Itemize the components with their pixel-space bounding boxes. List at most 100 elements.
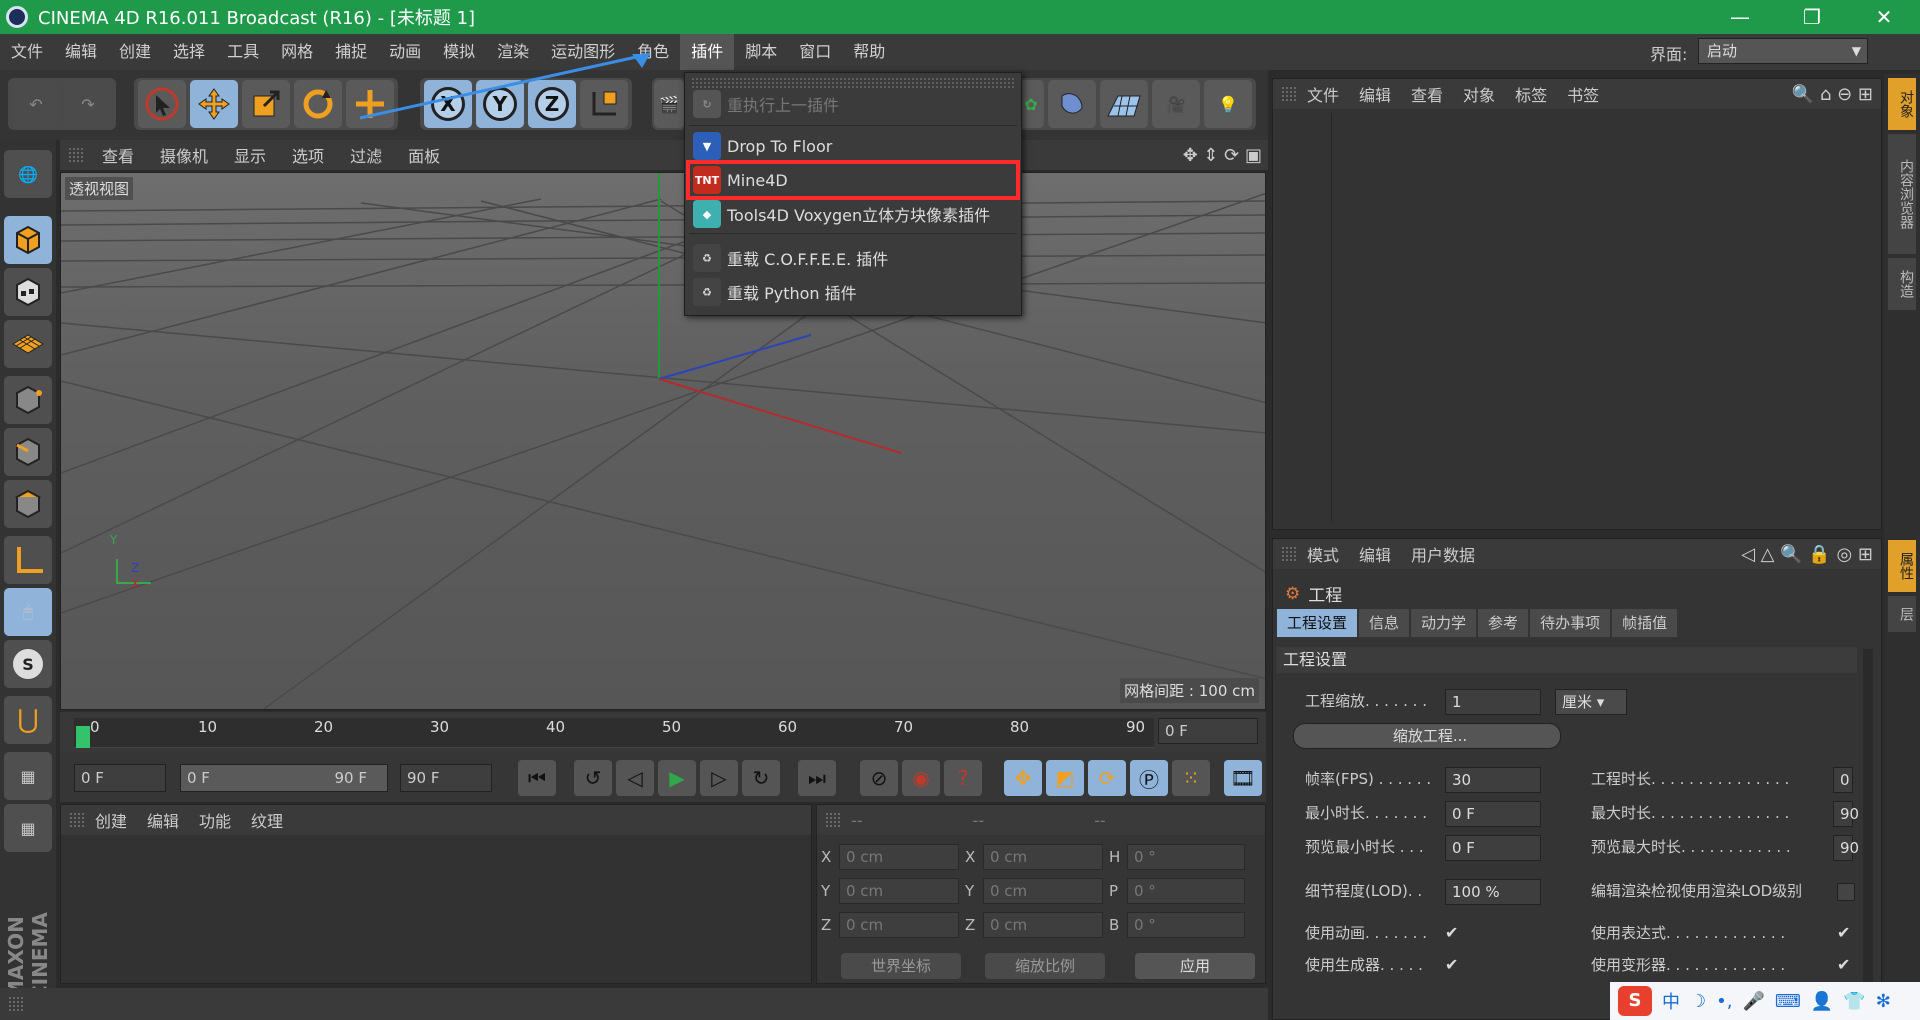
object-list[interactable]	[1331, 113, 1881, 523]
size-x-field[interactable]: 0 cm	[983, 844, 1103, 870]
position-z-field[interactable]: 0 cm	[839, 912, 959, 938]
material-menu-function[interactable]: 功能	[189, 808, 241, 832]
ime-settings-icon[interactable]: ✻	[1876, 991, 1891, 1012]
start-frame-field[interactable]: 0 F	[74, 764, 166, 792]
menu-edit[interactable]: 编辑	[54, 34, 108, 70]
camera-button[interactable]: 🎥	[1152, 80, 1200, 128]
scale-mode-select[interactable]: 缩放比例	[985, 953, 1105, 979]
material-menu-create[interactable]: 创建	[85, 808, 137, 832]
light-button[interactable]: 💡	[1204, 80, 1252, 128]
viewport-menu-filter[interactable]: 过滤	[342, 143, 390, 167]
move-button[interactable]	[190, 80, 238, 128]
object-menu-bookmarks[interactable]: 书签	[1557, 82, 1609, 106]
tab-structure[interactable]: 构造	[1888, 258, 1916, 310]
rotation-p-field[interactable]: 0 °	[1127, 878, 1245, 904]
workplane-mode-button[interactable]	[4, 320, 52, 368]
polygons-mode-button[interactable]	[4, 480, 52, 528]
next-key-button[interactable]: ↻	[742, 760, 780, 796]
go-to-start-button[interactable]: ⏮	[518, 760, 556, 796]
current-frame-field[interactable]: 0 F	[1158, 718, 1258, 744]
key-scale-button[interactable]: ◩	[1046, 760, 1084, 796]
tab-attributes[interactable]: 属性	[1888, 540, 1916, 592]
use-deformers-checkbox[interactable]: ✔	[1837, 955, 1855, 974]
viewport-menu-camera[interactable]: 摄像机	[152, 143, 216, 167]
object-menu-tags[interactable]: 标签	[1505, 82, 1557, 106]
ime-keyboard-icon[interactable]: ⌨	[1775, 991, 1801, 1012]
model-mode-button[interactable]	[4, 216, 52, 264]
ime-skin-icon[interactable]: 👕	[1843, 991, 1865, 1012]
ime-mic-icon[interactable]: 🎤	[1742, 991, 1764, 1012]
scale-project-button[interactable]: 缩放工程...	[1293, 723, 1561, 749]
magnet-button[interactable]: ⋃	[4, 696, 52, 744]
prev-key-button[interactable]: ↺	[574, 760, 612, 796]
prev-frame-button[interactable]: ◁	[616, 760, 654, 796]
tab-project-settings[interactable]: 工程设置	[1277, 609, 1358, 637]
menu-file[interactable]: 文件	[0, 34, 54, 70]
planar-workplane-button[interactable]: ▦	[4, 804, 52, 852]
snap-button[interactable]: S	[4, 640, 52, 688]
deformer-button[interactable]	[1048, 80, 1096, 128]
use-expressions-checkbox[interactable]: ✔	[1837, 923, 1855, 942]
go-to-end-button[interactable]: ⏭	[798, 760, 836, 796]
maximize-button[interactable]: ❐	[1776, 0, 1848, 34]
attr-menu-edit[interactable]: 编辑	[1349, 542, 1401, 566]
viewport-nav-icons[interactable]: ✥ ⇕ ⟳ ▣	[1183, 145, 1262, 166]
autokey-button[interactable]: ◉	[902, 760, 940, 796]
tab-todo[interactable]: 待办事项	[1530, 609, 1611, 637]
attr-toolbar-icons[interactable]: ◁ △ 🔍 🔒 ◎ ⊞	[1741, 544, 1873, 565]
preview-max-field[interactable]: 90	[1833, 835, 1859, 861]
record-active-button[interactable]: ⊘	[860, 760, 898, 796]
use-generators-checkbox[interactable]: ✔	[1445, 955, 1463, 974]
object-toolbar-icons[interactable]: 🔍 ⌂ ⊖ ⊞	[1792, 84, 1873, 105]
tab-dynamics[interactable]: 动力学	[1411, 609, 1477, 637]
keyframe-selection-button[interactable]: ?	[944, 760, 982, 796]
preview-min-field[interactable]: 0 F	[1445, 835, 1541, 861]
layout-select[interactable]: 启动 ▼	[1698, 38, 1868, 64]
edges-mode-button[interactable]	[4, 428, 52, 476]
end-frame-field[interactable]: 90 F	[400, 764, 492, 792]
size-y-field[interactable]: 0 cm	[983, 878, 1103, 904]
use-animation-checkbox[interactable]: ✔	[1445, 923, 1463, 942]
menu-item-voxygen[interactable]: ◆ Tools4D Voxygen立体方块像素插件	[689, 197, 1019, 231]
next-frame-button[interactable]: ▷	[700, 760, 738, 796]
world-coords-select[interactable]: 世界坐标	[841, 953, 961, 979]
min-time-field[interactable]: 0 F	[1445, 801, 1541, 827]
undo-button[interactable]: ↶	[12, 80, 60, 128]
tab-info[interactable]: 信息	[1359, 609, 1410, 637]
viewport-menu-view[interactable]: 查看	[94, 143, 142, 167]
axis-mode-button[interactable]	[4, 536, 52, 584]
tweak-mode-button[interactable]: 🖱	[4, 588, 52, 636]
unit-select[interactable]: 厘米 ▾	[1555, 689, 1627, 715]
tab-interpolation[interactable]: 帧插值	[1612, 609, 1678, 637]
position-x-field[interactable]: 0 cm	[839, 844, 959, 870]
perspective-viewport[interactable]: 透视视图 Y Z X 网格间距 : 100 cm	[60, 172, 1266, 710]
object-menu-edit[interactable]: 编辑	[1349, 82, 1401, 106]
tab-reference[interactable]: 参考	[1478, 609, 1529, 637]
make-editable-button[interactable]: 🌐	[4, 150, 52, 198]
play-button[interactable]: ▶	[658, 760, 696, 796]
object-menu-view[interactable]: 查看	[1401, 82, 1453, 106]
lod-field[interactable]: 100 %	[1445, 879, 1541, 905]
key-pla-button[interactable]: ⁙	[1172, 760, 1210, 796]
attr-scrollbar[interactable]	[1863, 649, 1873, 989]
viewport-menu-display[interactable]: 显示	[226, 143, 274, 167]
timeline-cursor[interactable]	[76, 726, 90, 748]
ime-moon-icon[interactable]: ☽	[1690, 991, 1706, 1012]
menu-window[interactable]: 窗口	[788, 34, 842, 70]
menu-create[interactable]: 创建	[108, 34, 162, 70]
viewport-menu-panel[interactable]: 面板	[400, 143, 448, 167]
minimize-button[interactable]: —	[1704, 0, 1776, 34]
tab-content-browser[interactable]: 内容浏览器	[1888, 134, 1916, 254]
floor-button[interactable]	[1100, 80, 1148, 128]
timeline-ruler[interactable]: 0 10 20 30 40 50 60 70 80 90	[74, 718, 1154, 748]
menu-mesh[interactable]: 网格	[270, 34, 324, 70]
scale-button[interactable]	[242, 80, 290, 128]
menu-item-repeat-last-plugin[interactable]: ↻ 重执行上一插件	[689, 87, 1019, 121]
rotation-h-field[interactable]: 0 °	[1127, 844, 1245, 870]
key-parameter-button[interactable]: Ⓟ	[1130, 760, 1168, 796]
live-select-button[interactable]	[138, 80, 186, 128]
render-lod-checkbox[interactable]	[1837, 883, 1855, 901]
close-button[interactable]: ✕	[1848, 0, 1920, 34]
object-menu-file[interactable]: 文件	[1297, 82, 1349, 106]
object-menu-objects[interactable]: 对象	[1453, 82, 1505, 106]
